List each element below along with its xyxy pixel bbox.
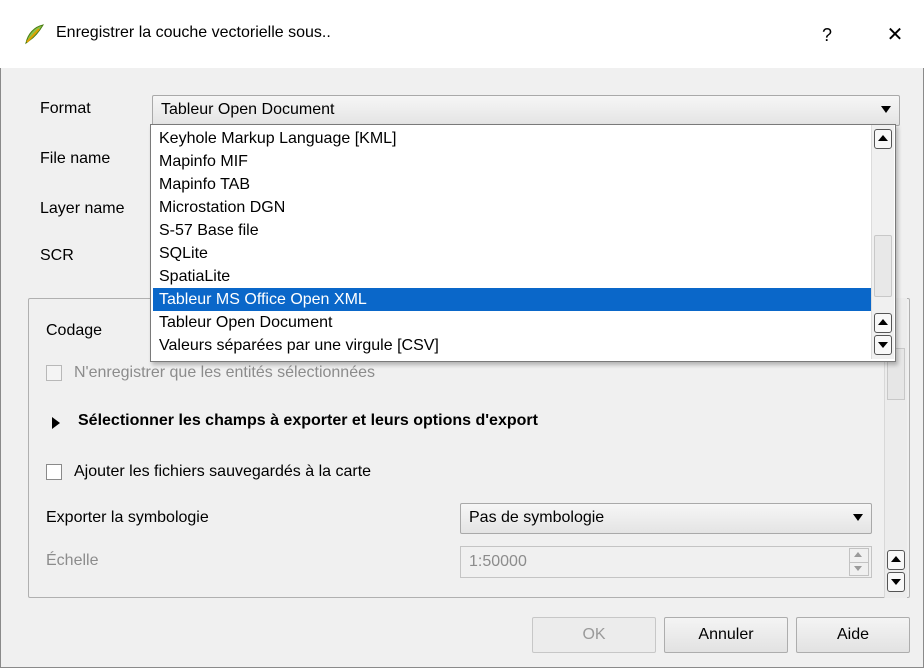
- selected-only-checkbox[interactable]: [46, 365, 62, 381]
- chevron-down-icon: [881, 106, 891, 113]
- dropdown-item[interactable]: SQLite: [153, 242, 871, 265]
- dropdown-item[interactable]: Mapinfo MIF: [153, 150, 871, 173]
- ok-button[interactable]: OK: [532, 617, 656, 653]
- filename-label: File name: [40, 150, 111, 167]
- chevron-down-icon: [853, 514, 863, 521]
- dropdown-item[interactable]: Tableur Open Document: [153, 311, 871, 334]
- scroll-down-button[interactable]: [887, 572, 905, 592]
- dropdown-item[interactable]: Keyhole Markup Language [KML]: [153, 127, 871, 150]
- format-dropdown-list[interactable]: Keyhole Markup Language [KML] Mapinfo MI…: [150, 124, 896, 362]
- scale-label: Échelle: [46, 552, 99, 569]
- spin-up-button[interactable]: [849, 548, 869, 563]
- help-button[interactable]: Aide: [796, 617, 910, 653]
- arrow-down-icon: [878, 342, 888, 348]
- add-to-map-checkbox[interactable]: [46, 464, 62, 480]
- scroll-up-button[interactable]: [874, 129, 892, 149]
- scroll-down-button[interactable]: [874, 335, 892, 355]
- symbology-combobox[interactable]: Pas de symbologie: [460, 503, 872, 534]
- cancel-button[interactable]: Annuler: [664, 617, 788, 653]
- arrow-up-icon: [891, 556, 901, 562]
- scroll-up-button[interactable]: [887, 550, 905, 570]
- dropdown-item[interactable]: S-57 Base file: [153, 219, 871, 242]
- dropdown-item-selected[interactable]: Tableur MS Office Open XML: [153, 288, 871, 311]
- format-combobox[interactable]: Tableur Open Document: [152, 95, 900, 126]
- qgis-app-icon: [25, 24, 45, 45]
- symbology-value: Pas de symbologie: [469, 509, 605, 526]
- arrow-up-icon: [878, 135, 888, 141]
- format-label: Format: [40, 100, 91, 117]
- scale-value: 1:50000: [469, 553, 527, 570]
- spin-down-button[interactable]: [849, 562, 869, 576]
- fields-section-header[interactable]: Sélectionner les champs à exporter et le…: [78, 412, 538, 430]
- format-value: Tableur Open Document: [161, 101, 335, 118]
- dropdown-item[interactable]: Microstation DGN: [153, 196, 871, 219]
- spin-down-icon: [854, 566, 862, 571]
- scale-spinbox[interactable]: 1:50000: [460, 546, 872, 578]
- arrow-down-icon: [891, 579, 901, 585]
- codage-label: Codage: [46, 322, 103, 339]
- layername-label: Layer name: [40, 200, 125, 217]
- add-to-map-label: Ajouter les fichiers sauvegardés à la ca…: [74, 463, 372, 480]
- dropdown-item[interactable]: SpatiaLite: [153, 265, 871, 288]
- selected-only-label: N'enregistrer que les entités sélectionn…: [74, 364, 375, 381]
- scr-label: SCR: [40, 247, 74, 264]
- scrollbar-thumb[interactable]: [874, 235, 892, 297]
- close-button[interactable]: ✕: [880, 20, 910, 50]
- dialog-title: Enregistrer la couche vectorielle sous..: [56, 24, 331, 41]
- spin-up-icon: [854, 552, 862, 557]
- help-title-button[interactable]: ?: [812, 20, 842, 50]
- expand-arrow-icon[interactable]: [52, 417, 60, 429]
- dropdown-item[interactable]: Valeurs séparées par une virgule [CSV]: [153, 334, 871, 357]
- title-bar: Enregistrer la couche vectorielle sous..…: [0, 0, 924, 68]
- dropdown-item[interactable]: Mapinfo TAB: [153, 173, 871, 196]
- symbology-label: Exporter la symbologie: [46, 509, 209, 526]
- arrow-up-icon: [878, 319, 888, 325]
- scroll-up-button[interactable]: [874, 313, 892, 333]
- dropdown-scrollbar[interactable]: [871, 125, 894, 359]
